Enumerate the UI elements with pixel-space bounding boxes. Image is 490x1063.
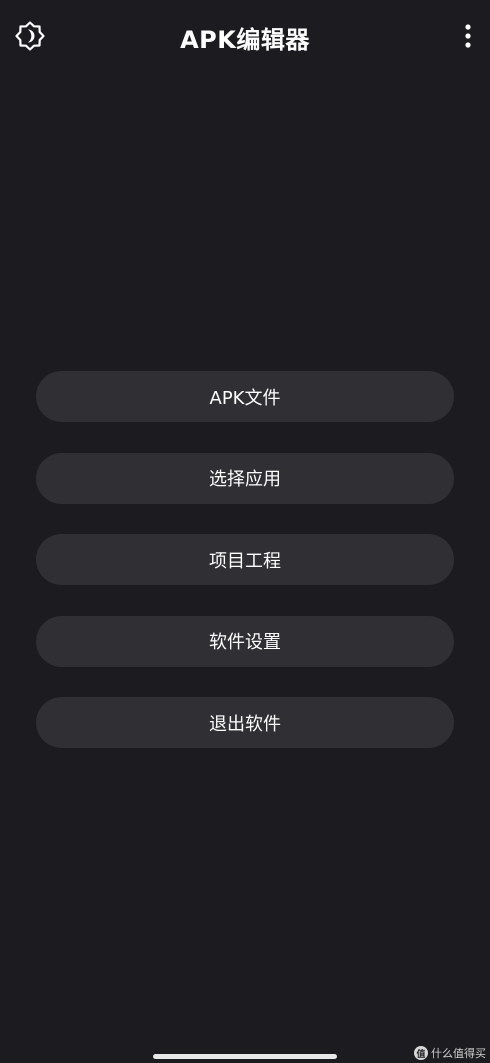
- home-indicator[interactable]: [153, 1054, 337, 1059]
- settings-button[interactable]: 软件设置: [36, 615, 454, 667]
- watermark-text: 什么值得买: [431, 1047, 486, 1060]
- app-title: APK编辑器: [180, 26, 310, 54]
- main-menu: APK文件 选择应用 项目工程 软件设置 退出软件: [36, 371, 454, 779]
- watermark: 值 什么值得买: [414, 1045, 486, 1061]
- watermark-logo: 值: [414, 1046, 428, 1060]
- select-app-button[interactable]: 选择应用: [36, 452, 454, 504]
- top-app-bar: APK编辑器: [0, 0, 490, 74]
- apk-file-button[interactable]: APK文件: [36, 371, 454, 422]
- projects-button[interactable]: 项目工程: [36, 534, 454, 585]
- exit-button[interactable]: 退出软件: [36, 697, 454, 748]
- more-vert-icon: [465, 24, 471, 48]
- overflow-menu-button[interactable]: [448, 14, 488, 58]
